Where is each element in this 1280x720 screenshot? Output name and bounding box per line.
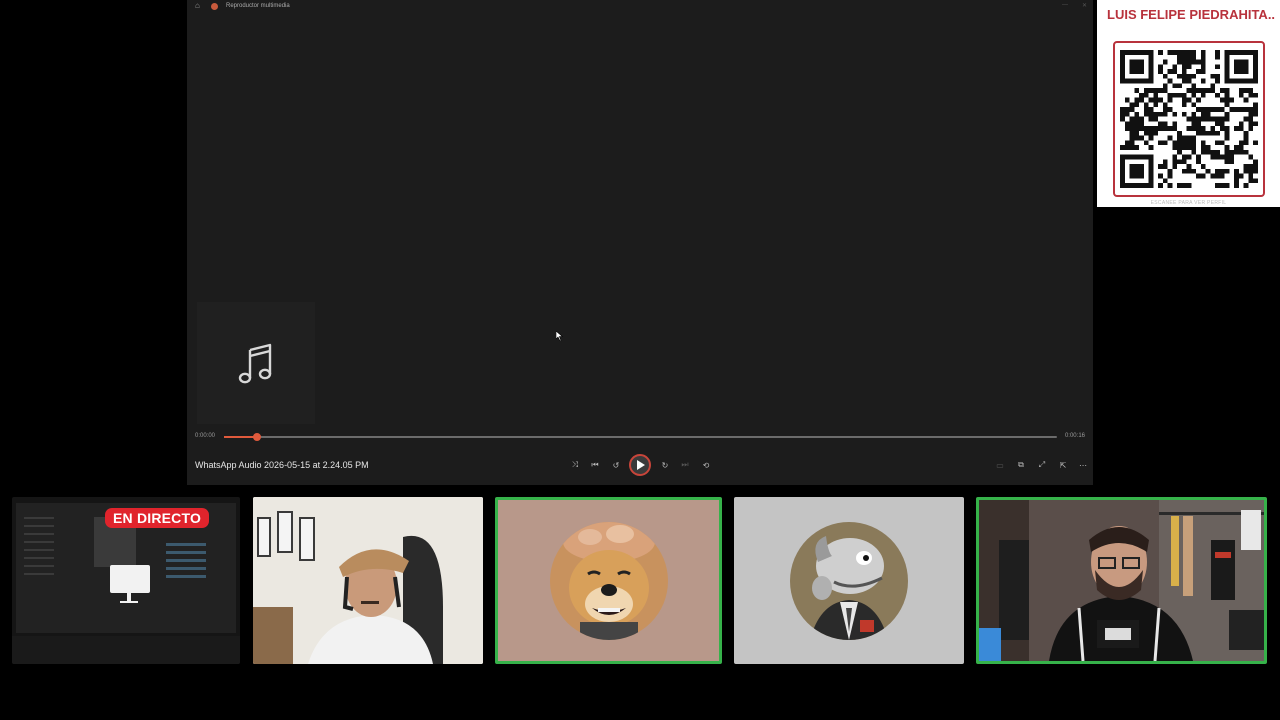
live-badge: EN DIRECTO xyxy=(105,508,210,528)
rewind-10-icon[interactable]: ↺ xyxy=(608,457,624,473)
home-icon[interactable]: ⌂ xyxy=(195,2,203,10)
minimize-icon[interactable]: — xyxy=(1062,2,1068,9)
forward-30-icon[interactable]: ↻ xyxy=(657,457,673,473)
album-art xyxy=(197,302,315,424)
play-button[interactable] xyxy=(629,454,651,476)
shuffle-icon[interactable]: ⤨ xyxy=(567,457,583,473)
seek-track[interactable] xyxy=(224,433,1057,441)
mouse-cursor-icon xyxy=(556,331,564,341)
window-controls: — ✕ xyxy=(1062,2,1087,9)
fish-avatar-image xyxy=(790,521,908,640)
participant-tile-screen-share[interactable]: EN DIRECTO xyxy=(12,497,240,664)
previous-track-icon[interactable]: ⏮ xyxy=(587,457,603,473)
app-icon xyxy=(211,2,218,10)
camera-feed xyxy=(253,497,483,664)
play-icon xyxy=(637,460,645,470)
participant-tile-avatar-dog[interactable] xyxy=(495,497,722,664)
subtitles-icon[interactable]: ▭ xyxy=(992,457,1008,473)
more-options-icon[interactable]: ⋯ xyxy=(1075,457,1091,473)
profile-name: LUIS FELIPE PIEDRAHITA... xyxy=(1107,7,1275,22)
fullscreen-icon[interactable]: ⤢ xyxy=(1034,457,1050,473)
seek-bar[interactable]: 0:00:00 0:00:16 xyxy=(187,430,1093,444)
repeat-icon[interactable]: ⟲ xyxy=(698,457,714,473)
profile-card: LUIS FELIPE PIEDRAHITA... ESCANEE PARA V… xyxy=(1097,0,1280,207)
media-player-window: ⌂ Reproductor multimedia — ✕ 0:00:00 0:0… xyxy=(187,0,1093,485)
elapsed-time: 0:00:00 xyxy=(195,433,216,439)
qr-code xyxy=(1120,50,1258,188)
cast-icon[interactable]: ⧉ xyxy=(1013,457,1029,473)
camera-feed xyxy=(979,500,1264,661)
next-track-icon[interactable]: ⏭ xyxy=(677,457,693,473)
playback-controls: WhatsApp Audio 2026-05-15 at 2.24.05 PM … xyxy=(187,453,1093,477)
track-title: WhatsApp Audio 2026-05-15 at 2.24.05 PM xyxy=(195,460,369,470)
qr-modules xyxy=(1120,50,1258,188)
seek-progress xyxy=(224,436,258,438)
window-title: Reproductor multimedia xyxy=(226,3,290,9)
qr-code-frame xyxy=(1113,41,1265,197)
participant-tile-camera[interactable] xyxy=(253,497,483,664)
total-time: 0:00:16 xyxy=(1064,433,1085,439)
close-icon[interactable]: ✕ xyxy=(1082,2,1087,9)
avatar xyxy=(790,521,908,640)
player-title-bar: ⌂ Reproductor multimedia xyxy=(187,0,1093,12)
participant-tile-camera-speaking[interactable] xyxy=(976,497,1267,664)
participant-tile-avatar-fish[interactable] xyxy=(734,497,964,664)
dog-avatar-image xyxy=(549,521,668,640)
avatar xyxy=(549,521,668,640)
monitor-icon xyxy=(110,565,150,593)
seek-thumb[interactable] xyxy=(253,433,262,441)
qr-caption: ESCANEE PARA VER PERFIL xyxy=(1150,200,1227,206)
music-note-icon xyxy=(238,343,272,384)
mini-player-icon[interactable]: ⇱ xyxy=(1055,457,1071,473)
